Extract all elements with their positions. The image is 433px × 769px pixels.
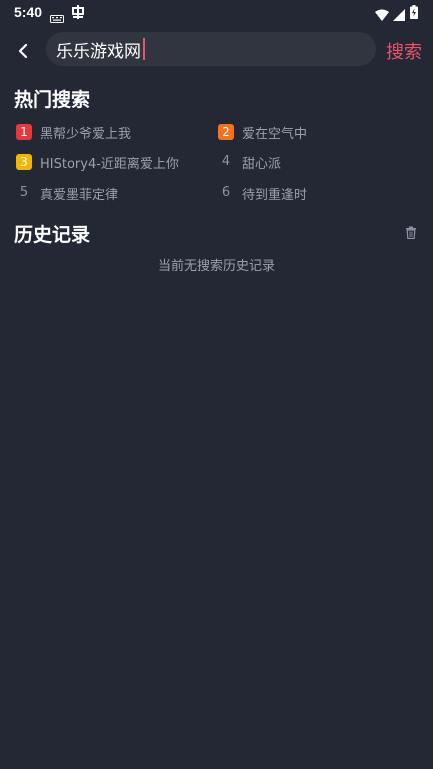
rank-badge: 3 <box>16 154 32 170</box>
rank-badge: 1 <box>16 124 32 140</box>
keyboard-icon <box>50 8 64 27</box>
search-input[interactable]: 乐乐游戏网 <box>46 32 376 66</box>
hot-item-1[interactable]: 1 黑帮少爷爱上我 <box>16 122 131 142</box>
battery-icon <box>410 4 418 23</box>
hot-item-3[interactable]: 3 HIStory4-近距离爱上你 <box>16 152 179 172</box>
text-cursor <box>143 38 145 60</box>
rank-number: 5 <box>19 185 29 200</box>
hot-item-4[interactable]: 4 甜心派 <box>218 152 281 172</box>
search-bar: 乐乐游戏网 搜索 <box>0 32 433 70</box>
back-button[interactable] <box>10 36 36 66</box>
hot-item-label: 真爱墨菲定律 <box>40 187 119 203</box>
status-bar: 5:40 <box>0 0 433 26</box>
search-query: 乐乐游戏网 <box>56 41 141 62</box>
search-button[interactable]: 搜索 <box>386 38 422 64</box>
bug-icon <box>70 4 86 24</box>
hot-item-label: 待到重逢时 <box>242 187 308 203</box>
trash-icon <box>406 226 416 240</box>
hot-item-label: 甜心派 <box>242 156 282 172</box>
hot-item-label: 爱在空气中 <box>242 126 308 142</box>
history-title: 历史记录 <box>14 224 91 246</box>
hot-item-5[interactable]: 5 真爱墨菲定律 <box>16 183 118 203</box>
wifi-icon <box>375 6 389 25</box>
rank-number: 6 <box>221 185 231 200</box>
hot-item-label: 黑帮少爷爱上我 <box>40 126 132 142</box>
status-time: 5:40 <box>14 4 43 20</box>
back-arrow-icon <box>18 43 28 59</box>
signal-icon <box>393 6 405 25</box>
hot-item-6[interactable]: 6 待到重逢时 <box>218 183 307 203</box>
hot-search-title: 热门搜索 <box>14 89 91 111</box>
rank-number: 4 <box>221 154 231 169</box>
hot-item-2[interactable]: 2 爱在空气中 <box>218 122 307 142</box>
history-empty-text: 当前无搜索历史记录 <box>157 259 275 274</box>
clear-history-button[interactable] <box>405 224 419 240</box>
hot-item-label: HIStory4-近距离爱上你 <box>40 156 179 172</box>
rank-badge: 2 <box>218 124 234 140</box>
